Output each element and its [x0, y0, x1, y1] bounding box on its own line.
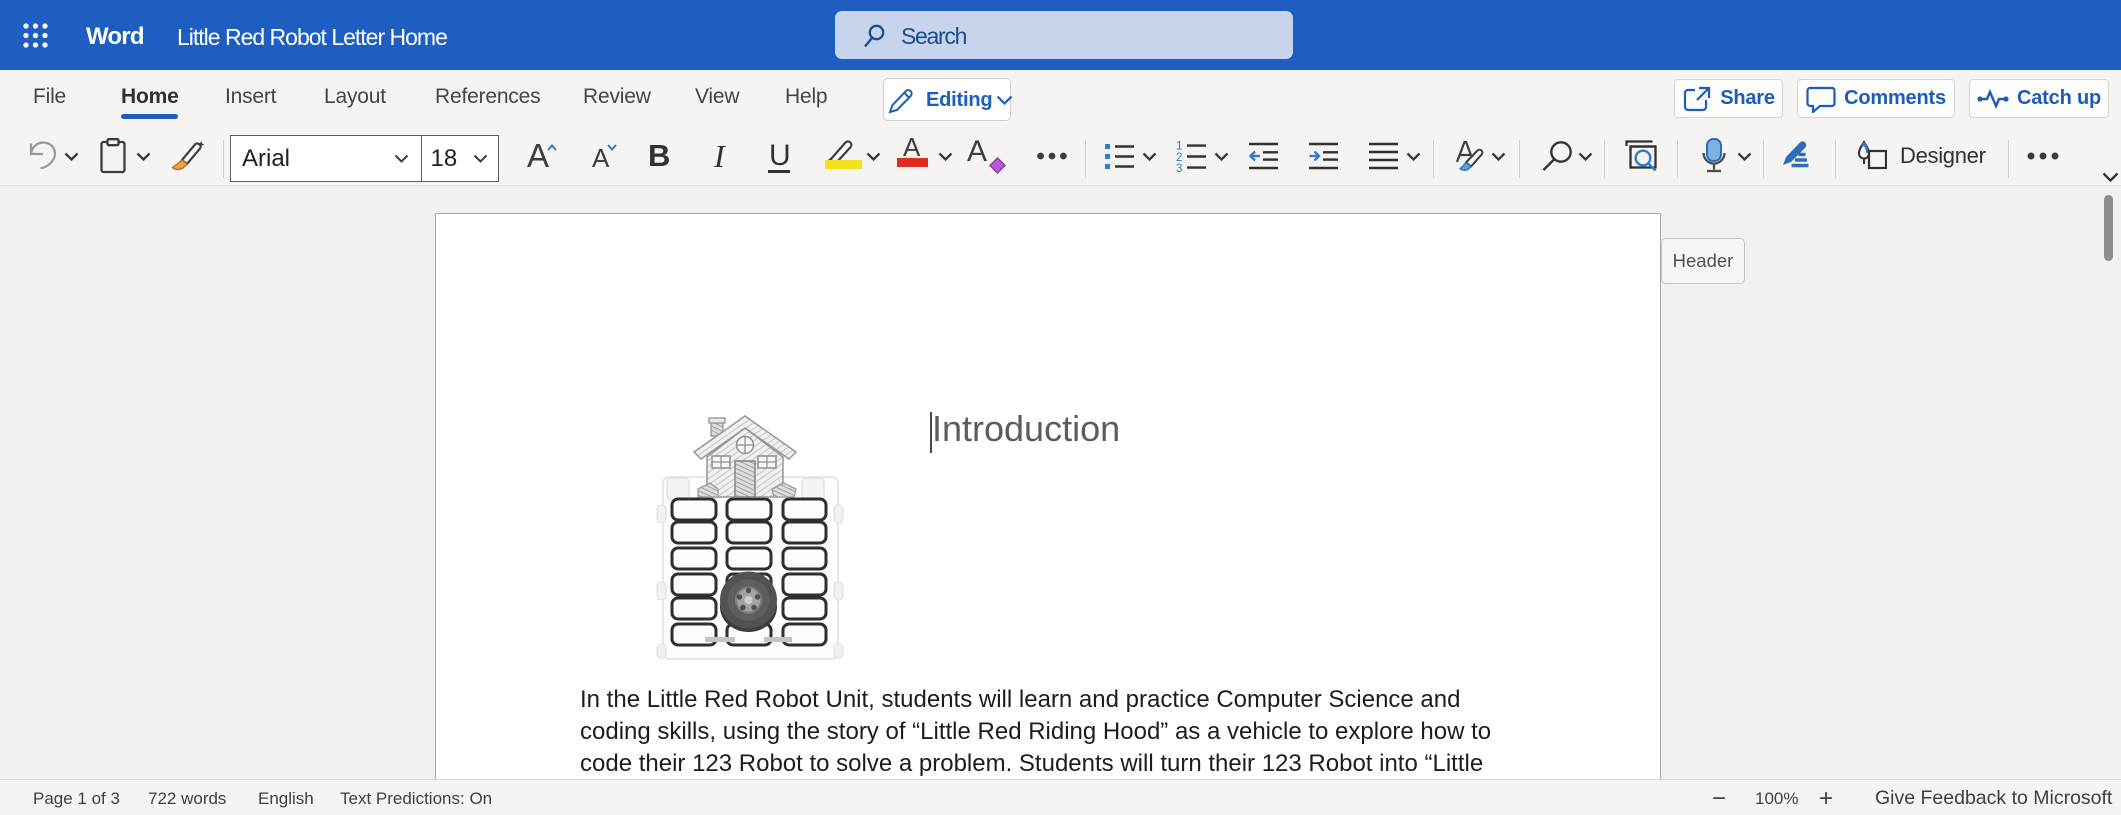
svg-text:2: 2	[1176, 152, 1182, 164]
svg-text:1: 1	[1176, 141, 1182, 153]
svg-text:3: 3	[1176, 163, 1182, 172]
